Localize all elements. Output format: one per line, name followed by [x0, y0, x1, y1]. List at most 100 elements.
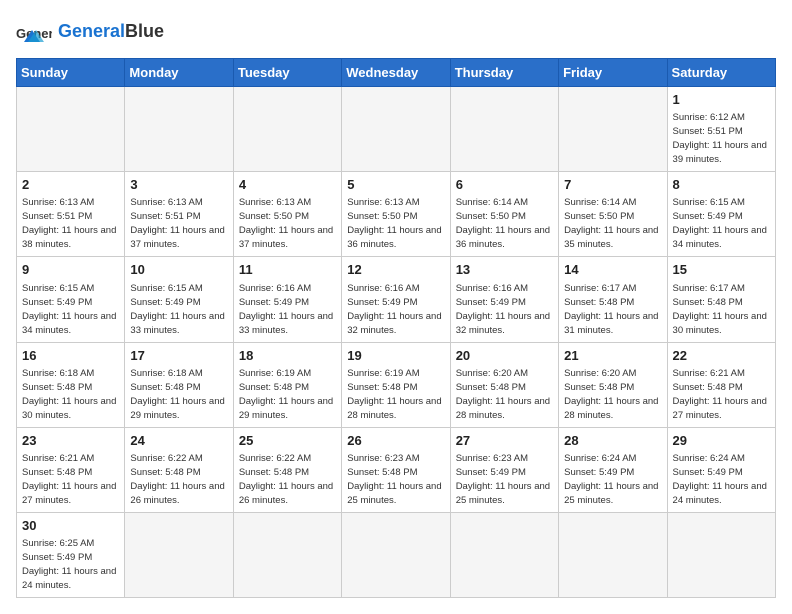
day-number: 10 [130, 261, 227, 279]
day-info: Sunrise: 6:19 AMSunset: 5:48 PMDaylight:… [347, 368, 441, 421]
day-info: Sunrise: 6:23 AMSunset: 5:48 PMDaylight:… [347, 453, 441, 506]
day-number: 1 [673, 91, 770, 109]
day-info: Sunrise: 6:22 AMSunset: 5:48 PMDaylight:… [130, 453, 224, 506]
table-row: 1 Sunrise: 6:12 AMSunset: 5:51 PMDayligh… [667, 87, 775, 172]
day-number: 25 [239, 432, 336, 450]
day-number: 18 [239, 347, 336, 365]
day-info: Sunrise: 6:12 AMSunset: 5:51 PMDaylight:… [673, 112, 767, 165]
col-sunday: Sunday [17, 59, 125, 87]
table-row: 15 Sunrise: 6:17 AMSunset: 5:48 PMDaylig… [667, 257, 775, 342]
day-info: Sunrise: 6:25 AMSunset: 5:49 PMDaylight:… [22, 538, 116, 591]
page: General GeneralBlue Sunday Monday Tuesda… [0, 0, 792, 614]
generalblue-logo-icon: General [16, 16, 52, 46]
day-info: Sunrise: 6:20 AMSunset: 5:48 PMDaylight:… [564, 368, 658, 421]
day-info: Sunrise: 6:17 AMSunset: 5:48 PMDaylight:… [564, 283, 658, 336]
table-row: 29 Sunrise: 6:24 AMSunset: 5:49 PMDaylig… [667, 427, 775, 512]
empty-cell [450, 87, 558, 172]
table-row: 25 Sunrise: 6:22 AMSunset: 5:48 PMDaylig… [233, 427, 341, 512]
day-info: Sunrise: 6:15 AMSunset: 5:49 PMDaylight:… [22, 283, 116, 336]
empty-cell [450, 512, 558, 597]
table-row: 20 Sunrise: 6:20 AMSunset: 5:48 PMDaylig… [450, 342, 558, 427]
day-number: 24 [130, 432, 227, 450]
day-number: 2 [22, 176, 119, 194]
day-number: 13 [456, 261, 553, 279]
logo-text: GeneralBlue [58, 21, 164, 41]
empty-cell [342, 512, 450, 597]
day-number: 23 [22, 432, 119, 450]
day-info: Sunrise: 6:16 AMSunset: 5:49 PMDaylight:… [239, 283, 333, 336]
empty-cell [125, 87, 233, 172]
day-number: 20 [456, 347, 553, 365]
table-row: 7 Sunrise: 6:14 AMSunset: 5:50 PMDayligh… [559, 172, 667, 257]
table-row: 18 Sunrise: 6:19 AMSunset: 5:48 PMDaylig… [233, 342, 341, 427]
day-number: 7 [564, 176, 661, 194]
day-number: 4 [239, 176, 336, 194]
col-friday: Friday [559, 59, 667, 87]
table-row: 16 Sunrise: 6:18 AMSunset: 5:48 PMDaylig… [17, 342, 125, 427]
table-row: 14 Sunrise: 6:17 AMSunset: 5:48 PMDaylig… [559, 257, 667, 342]
day-info: Sunrise: 6:15 AMSunset: 5:49 PMDaylight:… [673, 197, 767, 250]
day-number: 27 [456, 432, 553, 450]
day-info: Sunrise: 6:13 AMSunset: 5:51 PMDaylight:… [22, 197, 116, 250]
day-number: 12 [347, 261, 444, 279]
day-number: 8 [673, 176, 770, 194]
table-row: 27 Sunrise: 6:23 AMSunset: 5:49 PMDaylig… [450, 427, 558, 512]
table-row: 11 Sunrise: 6:16 AMSunset: 5:49 PMDaylig… [233, 257, 341, 342]
day-info: Sunrise: 6:14 AMSunset: 5:50 PMDaylight:… [564, 197, 658, 250]
day-number: 14 [564, 261, 661, 279]
day-info: Sunrise: 6:23 AMSunset: 5:49 PMDaylight:… [456, 453, 550, 506]
table-row: 3 Sunrise: 6:13 AMSunset: 5:51 PMDayligh… [125, 172, 233, 257]
day-info: Sunrise: 6:16 AMSunset: 5:49 PMDaylight:… [456, 283, 550, 336]
day-number: 26 [347, 432, 444, 450]
day-number: 5 [347, 176, 444, 194]
day-number: 19 [347, 347, 444, 365]
table-row: 6 Sunrise: 6:14 AMSunset: 5:50 PMDayligh… [450, 172, 558, 257]
day-number: 6 [456, 176, 553, 194]
table-row: 28 Sunrise: 6:24 AMSunset: 5:49 PMDaylig… [559, 427, 667, 512]
day-info: Sunrise: 6:20 AMSunset: 5:48 PMDaylight:… [456, 368, 550, 421]
day-info: Sunrise: 6:24 AMSunset: 5:49 PMDaylight:… [564, 453, 658, 506]
empty-cell [342, 87, 450, 172]
table-row: 8 Sunrise: 6:15 AMSunset: 5:49 PMDayligh… [667, 172, 775, 257]
day-info: Sunrise: 6:17 AMSunset: 5:48 PMDaylight:… [673, 283, 767, 336]
table-row: 4 Sunrise: 6:13 AMSunset: 5:50 PMDayligh… [233, 172, 341, 257]
day-info: Sunrise: 6:22 AMSunset: 5:48 PMDaylight:… [239, 453, 333, 506]
empty-cell [125, 512, 233, 597]
table-row: 2 Sunrise: 6:13 AMSunset: 5:51 PMDayligh… [17, 172, 125, 257]
day-info: Sunrise: 6:13 AMSunset: 5:51 PMDaylight:… [130, 197, 224, 250]
day-number: 16 [22, 347, 119, 365]
day-number: 3 [130, 176, 227, 194]
day-number: 17 [130, 347, 227, 365]
empty-cell [233, 87, 341, 172]
col-thursday: Thursday [450, 59, 558, 87]
day-number: 9 [22, 261, 119, 279]
day-info: Sunrise: 6:18 AMSunset: 5:48 PMDaylight:… [22, 368, 116, 421]
table-row: 5 Sunrise: 6:13 AMSunset: 5:50 PMDayligh… [342, 172, 450, 257]
col-tuesday: Tuesday [233, 59, 341, 87]
day-info: Sunrise: 6:21 AMSunset: 5:48 PMDaylight:… [673, 368, 767, 421]
table-row: 26 Sunrise: 6:23 AMSunset: 5:48 PMDaylig… [342, 427, 450, 512]
day-info: Sunrise: 6:13 AMSunset: 5:50 PMDaylight:… [347, 197, 441, 250]
empty-cell [559, 87, 667, 172]
day-info: Sunrise: 6:19 AMSunset: 5:48 PMDaylight:… [239, 368, 333, 421]
day-number: 28 [564, 432, 661, 450]
day-info: Sunrise: 6:16 AMSunset: 5:49 PMDaylight:… [347, 283, 441, 336]
empty-cell [667, 512, 775, 597]
table-row: 12 Sunrise: 6:16 AMSunset: 5:49 PMDaylig… [342, 257, 450, 342]
day-info: Sunrise: 6:14 AMSunset: 5:50 PMDaylight:… [456, 197, 550, 250]
day-number: 22 [673, 347, 770, 365]
day-number: 30 [22, 517, 119, 535]
day-info: Sunrise: 6:18 AMSunset: 5:48 PMDaylight:… [130, 368, 224, 421]
logo: General GeneralBlue [16, 16, 164, 46]
table-row: 30 Sunrise: 6:25 AMSunset: 5:49 PMDaylig… [17, 512, 125, 597]
table-row: 17 Sunrise: 6:18 AMSunset: 5:48 PMDaylig… [125, 342, 233, 427]
table-row: 19 Sunrise: 6:19 AMSunset: 5:48 PMDaylig… [342, 342, 450, 427]
day-number: 29 [673, 432, 770, 450]
calendar-table: Sunday Monday Tuesday Wednesday Thursday… [16, 58, 776, 598]
table-row: 22 Sunrise: 6:21 AMSunset: 5:48 PMDaylig… [667, 342, 775, 427]
day-number: 21 [564, 347, 661, 365]
table-row: 23 Sunrise: 6:21 AMSunset: 5:48 PMDaylig… [17, 427, 125, 512]
calendar-header-row: Sunday Monday Tuesday Wednesday Thursday… [17, 59, 776, 87]
table-row: 13 Sunrise: 6:16 AMSunset: 5:49 PMDaylig… [450, 257, 558, 342]
empty-cell [233, 512, 341, 597]
